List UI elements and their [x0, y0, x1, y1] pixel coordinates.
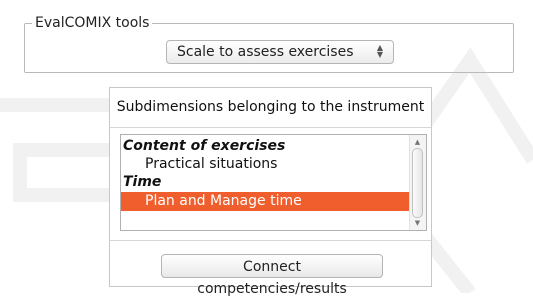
tools-legend: EvalCOMIX tools [32, 15, 153, 31]
evalcomix-tools-fieldset: EvalCOMIX tools Scale to assess exercise… [24, 15, 514, 73]
list-item-practical-situations[interactable]: Practical situations [121, 155, 409, 174]
list-group-content-of-exercises[interactable]: Content of exercises [121, 137, 411, 156]
instrument-select[interactable]: Scale to assess exercises ▲ ▼ [166, 40, 394, 64]
subdimensions-listbox[interactable]: Content of exercises Practical situation… [120, 134, 427, 231]
list-group-time[interactable]: Time [121, 173, 411, 192]
panel-title: Subdimensions belonging to the instrumen… [116, 99, 425, 115]
listbox-scrollbar[interactable]: ▲ ▼ [409, 135, 426, 230]
panel-divider-bottom [110, 240, 431, 241]
panel-divider-top [110, 127, 431, 128]
updown-arrows-icon: ▲ ▼ [376, 43, 384, 59]
scroll-up-arrow-icon[interactable]: ▲ [412, 137, 423, 147]
connect-competencies-button[interactable]: Connect competencies/results [161, 254, 383, 297]
scroll-down-arrow-icon[interactable]: ▼ [412, 218, 423, 228]
instrument-select-value: Scale to assess exercises [177, 44, 354, 60]
subdimensions-panel: Subdimensions belonging to the instrumen… [109, 87, 432, 297]
scroll-thumb[interactable] [412, 148, 423, 218]
list-item-plan-and-manage-time[interactable]: Plan and Manage time [121, 192, 409, 211]
